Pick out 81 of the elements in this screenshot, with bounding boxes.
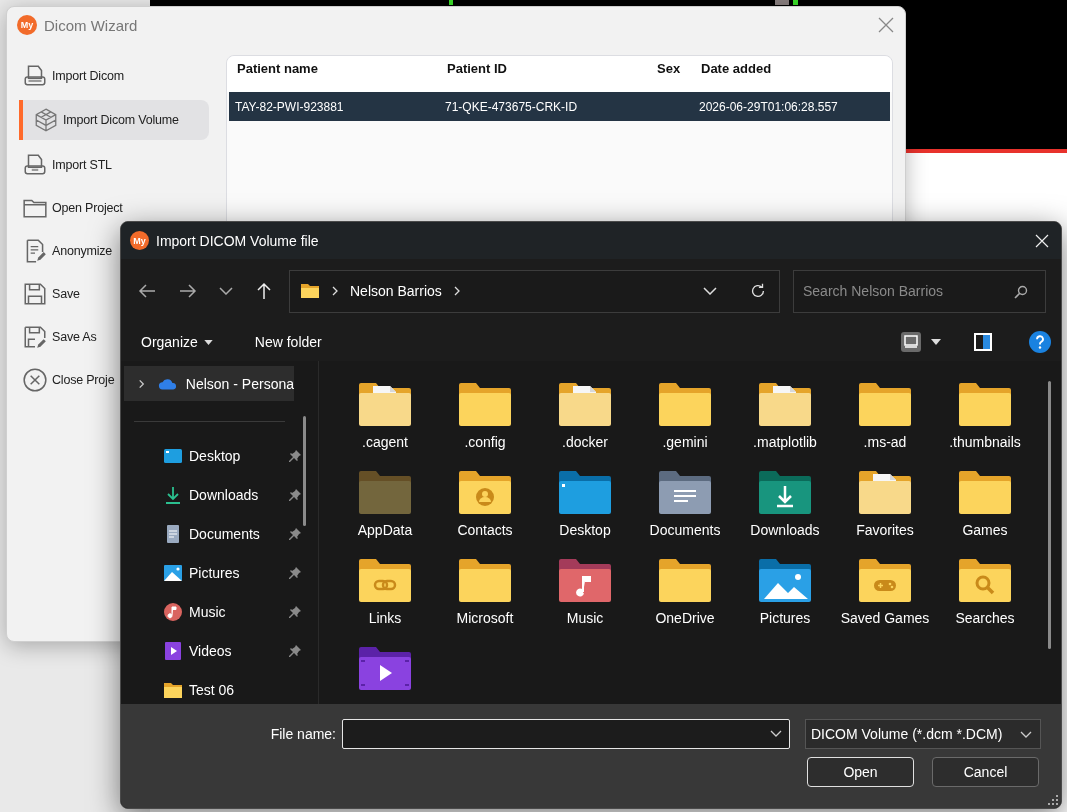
- caret-down-icon[interactable]: [770, 730, 782, 737]
- caret-down-icon[interactable]: [219, 287, 233, 295]
- folder-item[interactable]: .gemini: [635, 381, 735, 469]
- scrollbar-thumb[interactable]: [303, 416, 306, 526]
- sidebar-item[interactable]: Import Dicom Volume: [19, 100, 209, 140]
- column-header: Date added: [700, 60, 773, 76]
- folder-item[interactable]: Downloads: [735, 469, 835, 557]
- table-row[interactable]: TAY-82-PWI-923881 71-QKE-473675-CRK-ID 2026-06-29T01:06:28.557: [229, 92, 890, 121]
- folder-item[interactable]: .docker: [535, 381, 635, 469]
- cube-icon: [33, 107, 59, 133]
- window-title: Import DICOM Volume file: [156, 232, 320, 249]
- folder-item[interactable]: Contacts: [435, 469, 535, 557]
- breadcrumb[interactable]: Nelson Barrios: [350, 283, 442, 299]
- scrollbar-thumb[interactable]: [1048, 381, 1051, 649]
- file-type-dropdown[interactable]: DICOM Volume (*.dcm *.DCM): [805, 719, 1041, 749]
- app-logo: My: [130, 231, 149, 250]
- folder-item[interactable]: .thumbnails: [935, 381, 1035, 469]
- cloud-icon: [158, 376, 178, 391]
- sidebar-item[interactable]: Import STL: [19, 146, 209, 183]
- folder-item[interactable]: Favorites: [835, 469, 935, 557]
- download-icon: [163, 484, 183, 505]
- status-marker: [793, 0, 798, 5]
- nav-item[interactable]: Documents: [121, 514, 302, 553]
- table-cell: 2026-06-29T01:06:28.557: [699, 99, 838, 114]
- chevron-right-icon: [330, 286, 340, 296]
- folder-item[interactable]: Saved Games: [835, 557, 935, 645]
- folder-item[interactable]: Searches: [935, 557, 1035, 645]
- close-circle-icon: [22, 366, 48, 393]
- folder-item[interactable]: .cagent: [335, 381, 435, 469]
- help-icon[interactable]: [1029, 331, 1051, 353]
- refresh-icon[interactable]: [749, 282, 767, 300]
- file-name-field[interactable]: [342, 719, 790, 749]
- column-header: Patient ID: [446, 60, 508, 76]
- nav-item[interactable]: Videos: [121, 631, 302, 670]
- picture-icon: [163, 562, 183, 583]
- cancel-button[interactable]: Cancel: [932, 757, 1039, 787]
- search-field[interactable]: Search Nelson Barrios: [793, 269, 1046, 313]
- view-options-icon[interactable]: [901, 332, 921, 352]
- address-bar[interactable]: Nelson Barrios: [289, 269, 780, 313]
- folder-item[interactable]: Links: [335, 557, 435, 645]
- field-label: File name:: [270, 726, 336, 742]
- preview-pane-icon[interactable]: [973, 332, 993, 352]
- status-marker: [449, 0, 453, 5]
- table-cell: TAY-82-PWI-923881: [235, 99, 344, 114]
- folder-item[interactable]: OneDrive: [635, 557, 735, 645]
- nav-item[interactable]: Nelson - Persona: [124, 366, 294, 401]
- folder-item[interactable]: .ms-ad: [835, 381, 935, 469]
- nav-item[interactable]: Downloads: [121, 475, 302, 514]
- save-as-icon: [22, 323, 48, 350]
- folder-item[interactable]: Desktop: [535, 469, 635, 557]
- resize-grip-icon[interactable]: [1048, 795, 1058, 805]
- folder-item[interactable]: Pictures: [735, 557, 835, 645]
- open-button[interactable]: Open: [807, 757, 914, 787]
- save-icon: [22, 280, 48, 307]
- expand-chevron-icon[interactable]: [137, 378, 146, 389]
- music-icon: [163, 601, 183, 622]
- table-cell: 71-QKE-473675-CRK-ID: [445, 99, 578, 114]
- toolbar-button[interactable]: New folder: [246, 330, 330, 354]
- status-marker: [775, 0, 789, 5]
- video-icon: [163, 640, 183, 661]
- folder-item[interactable]: AppData: [335, 469, 435, 557]
- column-header: Sex: [656, 60, 682, 76]
- nav-item[interactable]: Desktop: [121, 436, 302, 475]
- folder-item[interactable]: .matplotlib: [735, 381, 835, 469]
- caret-down-icon: [1020, 730, 1032, 738]
- nav-item[interactable]: Test 06: [121, 670, 302, 704]
- app-logo: My: [17, 15, 37, 35]
- nav-item[interactable]: Pictures: [121, 553, 302, 592]
- toolbar-button[interactable]: Organize: [133, 330, 221, 354]
- folder-item[interactable]: Microsoft: [435, 557, 535, 645]
- folder-item[interactable]: Music: [535, 557, 635, 645]
- folder-item[interactable]: Games: [935, 469, 1035, 557]
- folder-item[interactable]: .config: [435, 381, 535, 469]
- caret-down-icon[interactable]: [931, 339, 941, 345]
- folder-item[interactable]: Documents: [635, 469, 735, 557]
- sidebar-item[interactable]: Import Dicom: [19, 57, 209, 94]
- window-title: Dicom Wizard: [44, 16, 139, 34]
- nav-item[interactable]: Music: [121, 592, 302, 631]
- search-icon[interactable]: [1014, 284, 1028, 299]
- folder-icon: [300, 283, 320, 299]
- column-header: Patient name: [236, 60, 319, 76]
